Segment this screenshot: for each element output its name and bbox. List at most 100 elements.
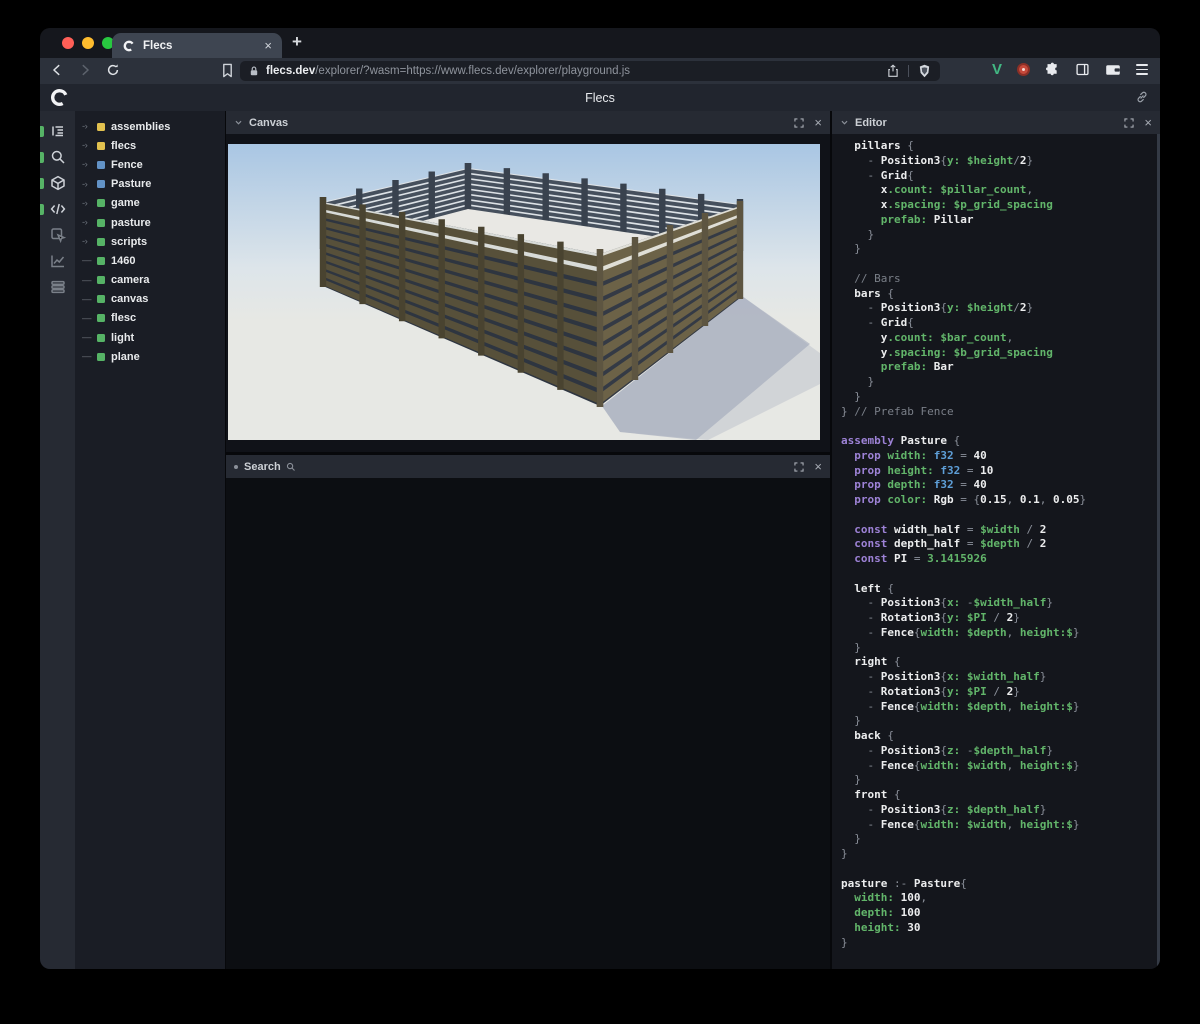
code-line: width: 100,: [841, 891, 1160, 906]
url-domain: flecs.dev: [266, 65, 315, 77]
code-line: - Fence{width: $width, height:$}: [841, 759, 1160, 774]
rail-item-canvas[interactable]: [40, 170, 75, 196]
code-line: pillars {: [841, 139, 1160, 154]
cube-icon: [50, 175, 66, 191]
close-tab-icon[interactable]: ×: [264, 39, 272, 52]
close-panel-icon[interactable]: ×: [1144, 116, 1152, 129]
code-line: prefab: Pillar: [841, 213, 1160, 228]
panel-bullet-icon[interactable]: [234, 465, 238, 469]
tree-item-label: camera: [111, 274, 150, 286]
tree-guide: —: [82, 351, 97, 362]
entity-tree-panel: -›assemblies-›flecs-›Fence-›Pasture-›gam…: [75, 111, 225, 969]
code-line: prefab: Bar: [841, 360, 1160, 375]
tree-item-label: Fence: [111, 159, 143, 171]
panel-title: Search: [244, 461, 281, 473]
fullscreen-icon[interactable]: [1124, 118, 1134, 128]
expand-arrow-icon[interactable]: -›: [82, 217, 97, 228]
code-line: assembly Pasture {: [841, 434, 1160, 449]
code-line: prop depth: f32 = 40: [841, 478, 1160, 493]
code-line: right {: [841, 655, 1160, 670]
bookmark-icon[interactable]: [221, 63, 234, 78]
sidebar-icon[interactable]: [1075, 62, 1090, 77]
extension-badge-icon[interactable]: [1017, 63, 1030, 76]
code-line: }: [841, 390, 1160, 405]
expand-arrow-icon[interactable]: -›: [82, 159, 97, 170]
tree-item-Pasture[interactable]: -› Pasture: [75, 175, 225, 194]
rail-item-inspector[interactable]: [40, 222, 75, 248]
toolbar-separator: [908, 65, 909, 77]
tree-item-scripts[interactable]: -› scripts: [75, 232, 225, 251]
tree-item-Fence[interactable]: -› Fence: [75, 155, 225, 174]
tree-item-canvas[interactable]: —canvas: [75, 290, 225, 309]
tree-item-pasture[interactable]: -›pasture: [75, 213, 225, 232]
chart-icon: [50, 253, 66, 269]
close-window-button[interactable]: [62, 37, 74, 49]
menu-icon[interactable]: [1136, 64, 1148, 74]
browser-window: Flecs × + flecs.dev/explorer/?wasm=https…: [40, 28, 1160, 969]
3d-scene[interactable]: [228, 144, 820, 440]
tree-item-camera[interactable]: — camera: [75, 271, 225, 290]
app-content: -›assemblies-›flecs-›Fence-›Pasture-›gam…: [40, 111, 1160, 969]
fullscreen-icon[interactable]: [794, 462, 804, 472]
rail-item-editor[interactable]: [40, 196, 75, 222]
code-line: left {: [841, 582, 1160, 597]
entity-color-square: [97, 276, 105, 284]
shield-icon[interactable]: [918, 64, 931, 78]
code-editor[interactable]: pillars { - Position3{y: $height/2} - Gr…: [832, 134, 1160, 969]
minimize-window-button[interactable]: [82, 37, 94, 49]
tree-guide: —: [82, 275, 97, 286]
tree-item-flecs[interactable]: -› flecs: [75, 136, 225, 155]
tree-item-1460[interactable]: —1460: [75, 251, 225, 270]
code-line: - Position3{y: $height/2}: [841, 154, 1160, 169]
share-icon[interactable]: [887, 64, 899, 78]
editor-panel: Editor × pillars { - Position3{y: $heigh…: [832, 111, 1160, 969]
extensions-icon[interactable]: [1045, 62, 1060, 77]
active-panel-indicator: [40, 178, 44, 189]
rail-item-data[interactable]: [40, 274, 75, 300]
vue-devtools-icon[interactable]: V: [992, 62, 1002, 77]
new-tab-button[interactable]: +: [292, 32, 302, 52]
rail-item-query[interactable]: [40, 144, 75, 170]
tree-item-plane[interactable]: —plane: [75, 347, 225, 366]
expand-arrow-icon[interactable]: -›: [82, 179, 97, 190]
code-line: - Fence{width: $width, height:$}: [841, 818, 1160, 833]
expand-arrow-icon[interactable]: -›: [82, 236, 97, 247]
expand-arrow-icon[interactable]: -›: [82, 121, 97, 132]
expand-arrow-icon[interactable]: -›: [82, 140, 97, 151]
wallet-icon[interactable]: [1105, 63, 1121, 77]
tree-guide: —: [82, 294, 97, 305]
tree-item-flesc[interactable]: —flesc: [75, 309, 225, 328]
code-line: - Grid{: [841, 169, 1160, 184]
chevron-down-icon[interactable]: [234, 118, 243, 127]
editor-scrollbar[interactable]: [1157, 134, 1160, 969]
tree-item-assemblies[interactable]: -›assemblies: [75, 117, 225, 136]
tree-item-label: flecs: [111, 140, 136, 152]
close-panel-icon[interactable]: ×: [814, 116, 822, 129]
tree-item-light[interactable]: —light: [75, 328, 225, 347]
tree-item-label: scripts: [111, 236, 147, 248]
entity-color-square: [97, 161, 105, 169]
code-line: const PI = 3.1415926: [841, 552, 1160, 567]
rail-item-entity-tree[interactable]: [40, 118, 75, 144]
fullscreen-icon[interactable]: [794, 118, 804, 128]
code-line: }: [841, 832, 1160, 847]
forward-icon[interactable]: [78, 63, 92, 77]
close-panel-icon[interactable]: ×: [814, 460, 822, 473]
tree-item-label: Pasture: [111, 178, 151, 190]
code-line: front {: [841, 788, 1160, 803]
code-line: back {: [841, 729, 1160, 744]
tab-strip: Flecs × +: [40, 28, 1160, 58]
reload-icon[interactable]: [106, 63, 120, 77]
chevron-down-icon[interactable]: [840, 118, 849, 127]
canvas-panel: Canvas ×: [226, 111, 830, 452]
code-line: depth: 100: [841, 906, 1160, 921]
rail-item-statistics[interactable]: [40, 248, 75, 274]
link-icon[interactable]: [1135, 90, 1149, 104]
address-bar[interactable]: flecs.dev/explorer/?wasm=https://www.fle…: [240, 61, 940, 81]
back-icon[interactable]: [50, 63, 64, 77]
canvas-viewport[interactable]: [226, 134, 830, 452]
code-line: y.count: $bar_count,: [841, 331, 1160, 346]
tree-item-game[interactable]: -›game: [75, 194, 225, 213]
expand-arrow-icon[interactable]: -›: [82, 198, 97, 209]
browser-tab[interactable]: Flecs ×: [112, 33, 282, 58]
